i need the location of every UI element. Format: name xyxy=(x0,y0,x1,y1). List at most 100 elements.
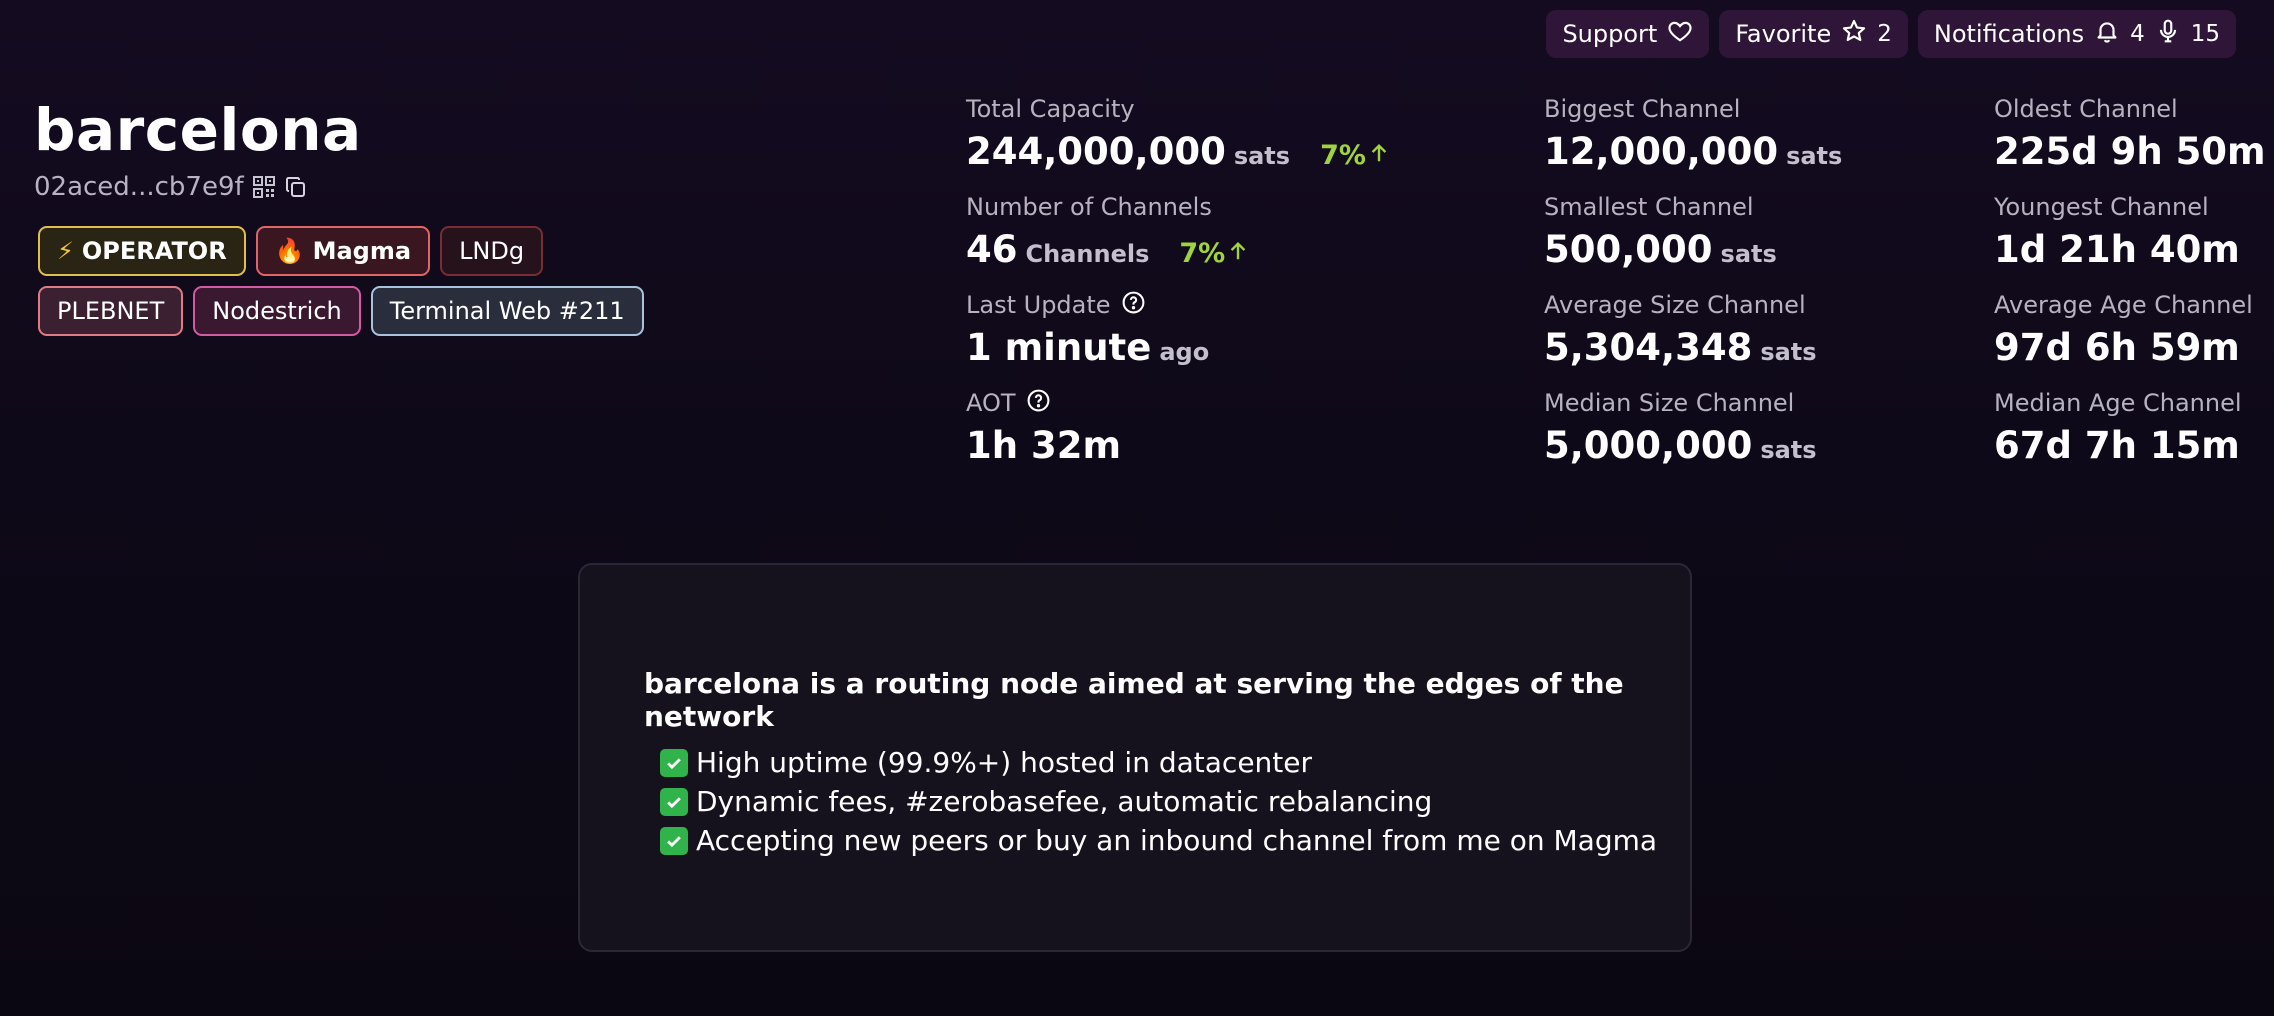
description-title: barcelona is a routing node aimed at ser… xyxy=(644,667,1624,733)
favorite-count: 2 xyxy=(1877,21,1892,47)
list-item: Dynamic fees, #zerobasefee, automatic re… xyxy=(660,782,1657,821)
list-item-text: High uptime (99.9%+) hosted in datacente… xyxy=(696,746,1313,779)
list-item: High uptime (99.9%+) hosted in datacente… xyxy=(660,743,1657,782)
stat-biggest-channel: Biggest Channel 12,000,000 sats xyxy=(1544,94,1842,192)
list-item-text: Dynamic fees, #zerobasefee, automatic re… xyxy=(696,785,1433,818)
help-icon[interactable] xyxy=(1026,388,1051,419)
tag-magma[interactable]: 🔥 Magma xyxy=(255,226,431,276)
node-description-card: barcelona is a routing node aimed at ser… xyxy=(578,563,1692,952)
stat-smallest-channel: Smallest Channel 500,000 sats xyxy=(1544,192,1842,290)
help-icon[interactable] xyxy=(1121,290,1146,321)
check-mark-icon xyxy=(660,826,688,855)
stat-label: Median Age Channel xyxy=(1994,389,2242,417)
tag-label: Magma xyxy=(312,237,412,265)
stat-value: 5,304,348 xyxy=(1544,326,1753,369)
favorite-button[interactable]: Favorite 2 xyxy=(1719,10,1908,58)
heart-icon xyxy=(1667,18,1693,50)
notifications-button[interactable]: Notifications 4 15 xyxy=(1917,10,2236,58)
tag-nodestrich[interactable]: Nodestrich xyxy=(193,286,361,336)
copy-icon[interactable] xyxy=(284,175,308,199)
tag-operator[interactable]: ⚡ OPERATOR xyxy=(38,226,246,276)
node-alias: barcelona xyxy=(34,96,362,164)
lightning-icon: ⚡ xyxy=(57,237,74,265)
bell-count: 4 xyxy=(2130,21,2145,47)
stat-label: Average Age Channel xyxy=(1994,291,2253,319)
support-label: Support xyxy=(1562,20,1658,48)
stat-label: Last Update xyxy=(966,291,1111,319)
stat-youngest-channel: Youngest Channel 1d 21h 40m xyxy=(1994,192,2266,290)
stat-unit: ago xyxy=(1159,338,1210,366)
stat-value: 1d 21h 40m xyxy=(1994,228,2240,271)
stat-unit: sats xyxy=(1760,338,1817,366)
stat-value: 67d 7h 15m xyxy=(1994,424,2240,467)
stat-value: 12,000,000 xyxy=(1544,130,1779,173)
check-mark-icon xyxy=(660,787,688,816)
stat-label: Median Size Channel xyxy=(1544,389,1795,417)
arrow-up-icon xyxy=(1227,238,1249,269)
stat-unit: sats xyxy=(1720,240,1777,268)
fire-icon: 🔥 xyxy=(274,237,305,265)
qr-code-icon[interactable] xyxy=(252,175,276,199)
stat-average-size-channel: Average Size Channel 5,304,348 sats xyxy=(1544,290,1842,388)
stat-value: 46 xyxy=(966,228,1018,271)
support-button[interactable]: Support xyxy=(1546,10,1710,58)
stat-median-size-channel: Median Size Channel 5,000,000 sats xyxy=(1544,388,1842,486)
tag-label: Nodestrich xyxy=(212,297,342,325)
stat-value: 1h 32m xyxy=(966,424,1122,467)
list-item-text: Accepting new peers or buy an inbound ch… xyxy=(696,824,1658,857)
stat-value: 225d 9h 50m xyxy=(1994,130,2266,173)
arrow-up-icon xyxy=(1368,140,1390,171)
tag-label: Terminal Web #211 xyxy=(389,297,625,325)
stat-label: Number of Channels xyxy=(966,193,1212,221)
stat-value: 5,000,000 xyxy=(1544,424,1753,467)
bell-icon xyxy=(2094,18,2120,50)
stat-oldest-channel: Oldest Channel 225d 9h 50m xyxy=(1994,94,2266,192)
stat-value: 244,000,000 xyxy=(966,130,1226,173)
tag-label: OPERATOR xyxy=(81,237,227,265)
stat-unit: sats xyxy=(1760,436,1817,464)
stat-unit: Channels xyxy=(1025,240,1150,268)
stat-value: 1 minute xyxy=(966,326,1152,369)
node-pubkey: 02aced...cb7e9f xyxy=(34,172,244,202)
tag-label: PLEBNET xyxy=(57,297,165,325)
stat-label: AOT xyxy=(966,389,1016,417)
stat-total-capacity: Total Capacity 244,000,000 sats 7% xyxy=(966,94,1390,192)
stat-label: Average Size Channel xyxy=(1544,291,1806,319)
stat-value: 97d 6h 59m xyxy=(1994,326,2240,369)
tag-lndg[interactable]: LNDg xyxy=(440,226,544,276)
list-item: Accepting new peers or buy an inbound ch… xyxy=(660,821,1657,860)
channels-change: 7% xyxy=(1179,238,1249,269)
pubkey-row: 02aced...cb7e9f xyxy=(34,172,308,202)
delta-value: 7% xyxy=(1320,140,1366,171)
star-icon xyxy=(1841,18,1867,50)
stats-column-general: Total Capacity 244,000,000 sats 7% Numbe… xyxy=(966,94,1390,486)
stat-value: 500,000 xyxy=(1544,228,1713,271)
stats-column-size: Biggest Channel 12,000,000 sats Smallest… xyxy=(1544,94,1842,486)
stat-label: Youngest Channel xyxy=(1994,193,2209,221)
node-tags: ⚡ OPERATOR 🔥 Magma LNDg PLEBNET Nodestri… xyxy=(38,226,678,336)
notifications-label: Notifications xyxy=(1933,20,2085,48)
stat-label: Oldest Channel xyxy=(1994,95,2178,123)
stat-unit: sats xyxy=(1233,142,1291,170)
top-actions: Support Favorite 2 Notifications 4 15 xyxy=(1546,10,2236,58)
check-mark-icon xyxy=(660,748,688,777)
favorite-label: Favorite xyxy=(1735,20,1832,48)
stat-aot: AOT 1h 32m xyxy=(966,388,1390,486)
stat-unit: sats xyxy=(1786,142,1843,170)
stats-column-age: Oldest Channel 225d 9h 50m Youngest Chan… xyxy=(1994,94,2266,486)
stat-label: Smallest Channel xyxy=(1544,193,1754,221)
stat-label: Biggest Channel xyxy=(1544,95,1741,123)
tag-plebnet[interactable]: PLEBNET xyxy=(38,286,184,336)
stat-label: Total Capacity xyxy=(966,95,1135,123)
stat-average-age-channel: Average Age Channel 97d 6h 59m xyxy=(1994,290,2266,388)
capacity-change: 7% xyxy=(1320,140,1390,171)
mic-count: 15 xyxy=(2190,21,2220,47)
stat-median-age-channel: Median Age Channel 67d 7h 15m xyxy=(1994,388,2266,486)
stat-last-update: Last Update 1 minute ago xyxy=(966,290,1390,388)
description-list: High uptime (99.9%+) hosted in datacente… xyxy=(660,743,1657,860)
microphone-icon xyxy=(2155,18,2181,50)
stat-number-of-channels: Number of Channels 46 Channels 7% xyxy=(966,192,1390,290)
tag-label: LNDg xyxy=(459,237,525,265)
tag-terminal-web[interactable]: Terminal Web #211 xyxy=(370,286,644,336)
delta-value: 7% xyxy=(1179,238,1226,269)
